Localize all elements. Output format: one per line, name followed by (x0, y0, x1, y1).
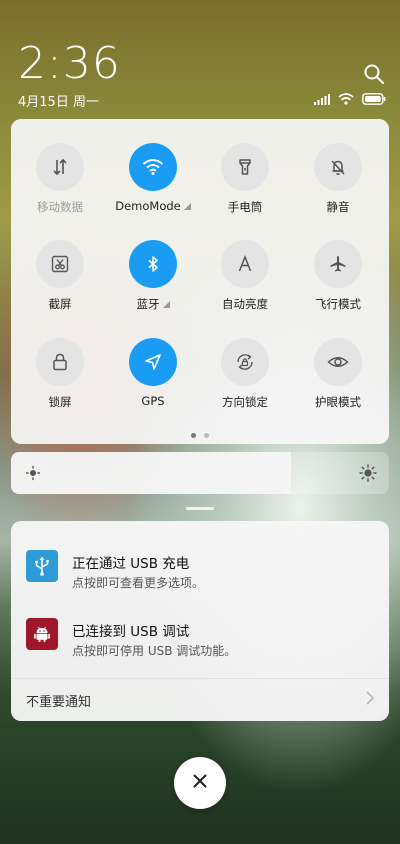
tile-label: DemoMode (115, 199, 181, 213)
navigation-icon[interactable] (129, 338, 177, 386)
close-icon (192, 773, 208, 793)
tile-label: 自动亮度 (222, 297, 268, 311)
letter-a-icon[interactable] (221, 240, 269, 288)
tile-label: GPS (141, 394, 165, 408)
usb-icon (26, 550, 58, 582)
status-icons (314, 90, 386, 109)
rotation-lock-icon[interactable] (221, 338, 269, 386)
tile-auto-brightness[interactable]: 自动亮度 (200, 240, 290, 312)
clock-time[interactable]: 2:36 (18, 38, 121, 89)
scissors-icon[interactable] (36, 240, 84, 288)
quick-settings-panel: 移动数据 DemoMode 手电筒 静音 截屏 蓝牙 自动亮度 飞行模式 锁屏 … (11, 119, 389, 444)
page-dot (204, 433, 209, 438)
date-label[interactable]: 4月15日 周一 (18, 91, 99, 110)
tile-rotation-lock[interactable]: 方向锁定 (200, 338, 290, 410)
tile-gps[interactable]: GPS (108, 338, 198, 408)
notification-item[interactable]: 已连接到 USB 调试 点按即可停用 USB 调试功能。 (11, 616, 389, 676)
search-icon[interactable] (363, 63, 385, 85)
tile-eye-protection[interactable]: 护眼模式 (293, 338, 383, 410)
tile-wifi[interactable]: DemoMode (108, 143, 198, 213)
airplane-icon[interactable] (314, 240, 362, 288)
wifi-icon[interactable] (129, 143, 177, 191)
bluetooth-icon[interactable] (129, 240, 177, 288)
page-indicator (11, 433, 389, 438)
unimportant-notifications-link[interactable]: 不重要通知 (26, 691, 91, 710)
bell-off-icon[interactable] (314, 143, 362, 191)
divider (11, 678, 389, 679)
notification-body: 点按即可停用 USB 调试功能。 (72, 644, 237, 658)
notification-item[interactable]: 正在通过 USB 充电 点按即可查看更多选项。 (11, 548, 389, 608)
tile-label: 护眼模式 (315, 395, 361, 409)
tile-mobile-data[interactable]: 移动数据 (15, 143, 105, 215)
tile-mute[interactable]: 静音 (293, 143, 383, 215)
notification-title: 正在通过 USB 充电 (72, 556, 190, 572)
mobile-data-icon[interactable] (36, 143, 84, 191)
tile-airplane-mode[interactable]: 飞行模式 (293, 240, 383, 312)
notification-body: 点按即可查看更多选项。 (72, 576, 205, 590)
flashlight-icon[interactable] (221, 143, 269, 191)
brightness-low-icon (25, 465, 41, 485)
tile-label: 移动数据 (37, 200, 83, 214)
tile-screenshot[interactable]: 截屏 (15, 240, 105, 312)
notification-title: 已连接到 USB 调试 (72, 624, 190, 640)
signal-icon (314, 90, 330, 109)
brightness-fill (11, 452, 291, 494)
tile-label: 锁屏 (48, 395, 72, 409)
drag-handle[interactable] (186, 507, 214, 510)
page-dot-active (191, 433, 196, 438)
chevron-right-icon[interactable] (365, 690, 375, 710)
tile-label: 蓝牙 (136, 297, 160, 311)
tile-label: 方向锁定 (222, 395, 268, 409)
tile-flashlight[interactable]: 手电筒 (200, 143, 290, 215)
battery-icon (362, 90, 386, 109)
more-options-indicator[interactable] (183, 203, 191, 210)
eye-icon[interactable] (314, 338, 362, 386)
tile-label: 静音 (326, 200, 350, 214)
tile-bluetooth[interactable]: 蓝牙 (108, 240, 198, 312)
clear-all-button[interactable] (174, 757, 226, 809)
brightness-high-icon (359, 464, 377, 486)
tile-label: 手电筒 (227, 200, 263, 214)
lock-icon[interactable] (36, 338, 84, 386)
tile-label: 飞行模式 (315, 297, 361, 311)
notification-panel: 正在通过 USB 充电 点按即可查看更多选项。 已连接到 USB 调试 点按即可… (11, 521, 389, 721)
android-icon (26, 618, 58, 650)
wifi-icon (338, 90, 354, 109)
more-options-indicator[interactable] (162, 301, 170, 308)
tile-lock-screen[interactable]: 锁屏 (15, 338, 105, 410)
tile-label: 截屏 (48, 297, 72, 311)
brightness-slider[interactable] (11, 452, 389, 494)
